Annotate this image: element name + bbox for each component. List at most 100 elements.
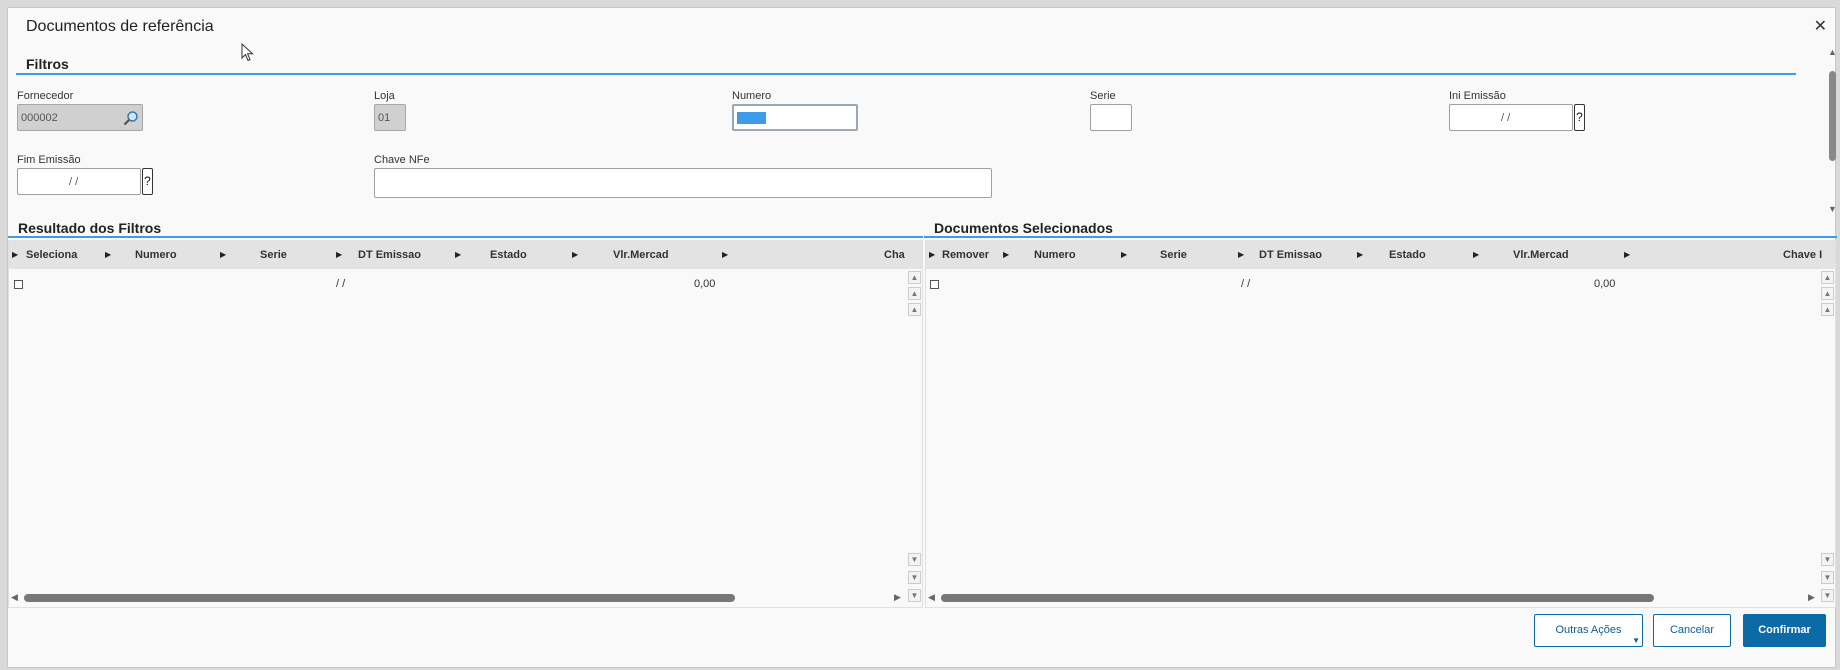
numero-input[interactable] [732, 104, 858, 131]
selected-col-estado[interactable]: Estado [1389, 249, 1426, 261]
column-expand-icon[interactable]: ▶ [336, 250, 342, 259]
ini-emissao-label: Ini Emissão [1449, 90, 1506, 102]
ini-emissao-value: / / [1501, 112, 1511, 124]
fim-emissao-input[interactable]: / / [17, 168, 141, 195]
column-expand-icon[interactable]: ▶ [722, 250, 728, 259]
row-dt-emissao: / / [336, 278, 346, 290]
scroll-up-icon[interactable]: ▲ [1828, 47, 1837, 57]
mouse-cursor-icon [241, 43, 254, 62]
confirm-label: Confirmar [1758, 624, 1811, 636]
scroll-top-icon[interactable]: ▲ [908, 271, 921, 284]
selected-col-vlr-mercad[interactable]: Vlr.Mercad [1513, 249, 1569, 261]
results-col-serie[interactable]: Serie [260, 249, 287, 261]
row-vlr-mercad: 0,00 [1594, 278, 1616, 290]
cancel-label: Cancelar [1669, 624, 1715, 636]
fim-emissao-label: Fim Emissão [17, 154, 81, 166]
column-expand-icon[interactable]: ▶ [572, 250, 578, 259]
row-dt-emissao: / / [1241, 278, 1251, 290]
column-expand-icon[interactable]: ▶ [455, 250, 461, 259]
outras-acoes-button[interactable]: Outras Ações ▼ [1534, 614, 1643, 647]
dialog-title: Documentos de referência [26, 18, 214, 35]
scroll-down-icon[interactable]: ▼ [908, 553, 921, 566]
selected-grid-header: ▶ Remover ▶ Numero ▶ Serie ▶ DT Emissao … [926, 241, 1835, 269]
fornecedor-field[interactable]: 000002 [17, 104, 143, 131]
results-heading: Resultado dos Filtros [18, 220, 162, 236]
filters-heading: Filtros [26, 56, 69, 72]
scroll-left-icon[interactable]: ◀ [928, 592, 935, 603]
help-icon[interactable]: ? [142, 168, 153, 195]
results-grid: ▶ Seleciona ▶ Numero ▶ Serie ▶ DT Emissa… [8, 240, 923, 608]
ini-emissao-input[interactable]: / / [1449, 104, 1573, 131]
row-remove-checkbox[interactable] [930, 280, 939, 289]
column-expand-icon[interactable]: ▶ [1357, 250, 1363, 259]
row-vlr-mercad: 0,00 [694, 278, 716, 290]
scrollbar-thumb[interactable] [941, 594, 1654, 602]
selected-grid-vertical-scrollbar[interactable]: ▲ ▲ ▲ ▼ ▼ ▼ [1819, 241, 1835, 602]
search-icon[interactable] [123, 110, 139, 126]
cancel-button[interactable]: Cancelar [1653, 614, 1731, 647]
scroll-page-up-icon[interactable]: ▲ [908, 287, 921, 300]
column-expand-icon[interactable]: ▶ [105, 250, 111, 259]
column-expand-icon[interactable]: ▶ [1121, 250, 1127, 259]
results-col-estado[interactable]: Estado [490, 249, 527, 261]
results-col-dt-emissao[interactable]: DT Emissao [358, 249, 421, 261]
scrollbar-thumb[interactable] [24, 594, 735, 602]
results-col-numero[interactable]: Numero [135, 249, 177, 261]
selected-grid: ▶ Remover ▶ Numero ▶ Serie ▶ DT Emissao … [925, 240, 1836, 608]
results-grid-vertical-scrollbar[interactable]: ▲ ▲ ▲ ▼ ▼ ▼ [906, 241, 922, 602]
selected-col-remover[interactable]: Remover [942, 249, 989, 261]
results-col-vlr-mercad[interactable]: Vlr.Mercad [613, 249, 669, 261]
filters-divider [16, 73, 1796, 75]
column-expand-icon[interactable]: ▶ [220, 250, 226, 259]
column-expand-icon[interactable]: ▶ [929, 250, 935, 259]
fim-emissao-value: / / [69, 176, 79, 188]
scroll-left-icon[interactable]: ◀ [11, 592, 18, 603]
row-select-checkbox[interactable] [14, 280, 23, 289]
selected-col-serie[interactable]: Serie [1160, 249, 1187, 261]
scroll-right-icon[interactable]: ▶ [894, 592, 901, 603]
scroll-down-icon[interactable]: ▼ [1821, 553, 1834, 566]
help-icon[interactable]: ? [1574, 104, 1585, 131]
outras-acoes-label: Outras Ações [1555, 624, 1622, 636]
reference-documents-dialog: Documentos de referência ✕ Filtros Forne… [7, 7, 1838, 668]
selected-col-numero[interactable]: Numero [1034, 249, 1076, 261]
column-expand-icon[interactable]: ▶ [1473, 250, 1479, 259]
scroll-right-icon[interactable]: ▶ [1808, 592, 1815, 603]
scroll-top-icon[interactable]: ▲ [1821, 271, 1834, 284]
serie-label: Serie [1090, 90, 1116, 102]
scroll-page-down-icon[interactable]: ▼ [1821, 571, 1834, 584]
scroll-bottom-icon[interactable]: ▼ [908, 589, 921, 602]
results-divider [8, 236, 923, 238]
results-col-chave[interactable]: Cha [884, 249, 905, 261]
serie-input[interactable] [1090, 104, 1132, 131]
chave-nfe-input[interactable] [374, 168, 992, 198]
fornecedor-label: Fornecedor [17, 90, 74, 102]
column-expand-icon[interactable]: ▶ [1003, 250, 1009, 259]
selected-divider [924, 236, 1837, 238]
scroll-bottom-icon[interactable]: ▼ [1821, 589, 1834, 602]
scroll-page-up-icon[interactable]: ▲ [1821, 287, 1834, 300]
loja-field[interactable]: 01 [374, 104, 406, 131]
results-col-seleciona[interactable]: Seleciona [26, 249, 77, 261]
selected-col-chave[interactable]: Chave I [1783, 249, 1822, 261]
column-expand-icon[interactable]: ▶ [1624, 250, 1630, 259]
confirm-button[interactable]: Confirmar [1743, 614, 1826, 647]
scroll-down-icon[interactable]: ▼ [1828, 204, 1837, 214]
column-expand-icon[interactable]: ▶ [12, 250, 18, 259]
scroll-page-down-icon[interactable]: ▼ [908, 571, 921, 584]
numero-label: Numero [732, 90, 772, 102]
selected-heading: Documentos Selecionados [934, 220, 1113, 236]
numero-selection-highlight [737, 112, 766, 124]
caret-down-icon: ▼ [1632, 636, 1640, 645]
close-icon[interactable]: ✕ [1814, 16, 1827, 36]
scrollbar-thumb[interactable] [1829, 71, 1836, 161]
column-expand-icon[interactable]: ▶ [1238, 250, 1244, 259]
filters-vertical-scrollbar[interactable]: ▲ ▼ [1826, 47, 1838, 218]
results-grid-header: ▶ Seleciona ▶ Numero ▶ Serie ▶ DT Emissa… [9, 241, 922, 269]
loja-value: 01 [378, 112, 391, 124]
chave-nfe-label: Chave NFe [374, 154, 430, 166]
loja-label: Loja [374, 90, 395, 102]
selected-col-dt-emissao[interactable]: DT Emissao [1259, 249, 1322, 261]
scroll-up-icon[interactable]: ▲ [1821, 303, 1834, 316]
scroll-up-icon[interactable]: ▲ [908, 303, 921, 316]
